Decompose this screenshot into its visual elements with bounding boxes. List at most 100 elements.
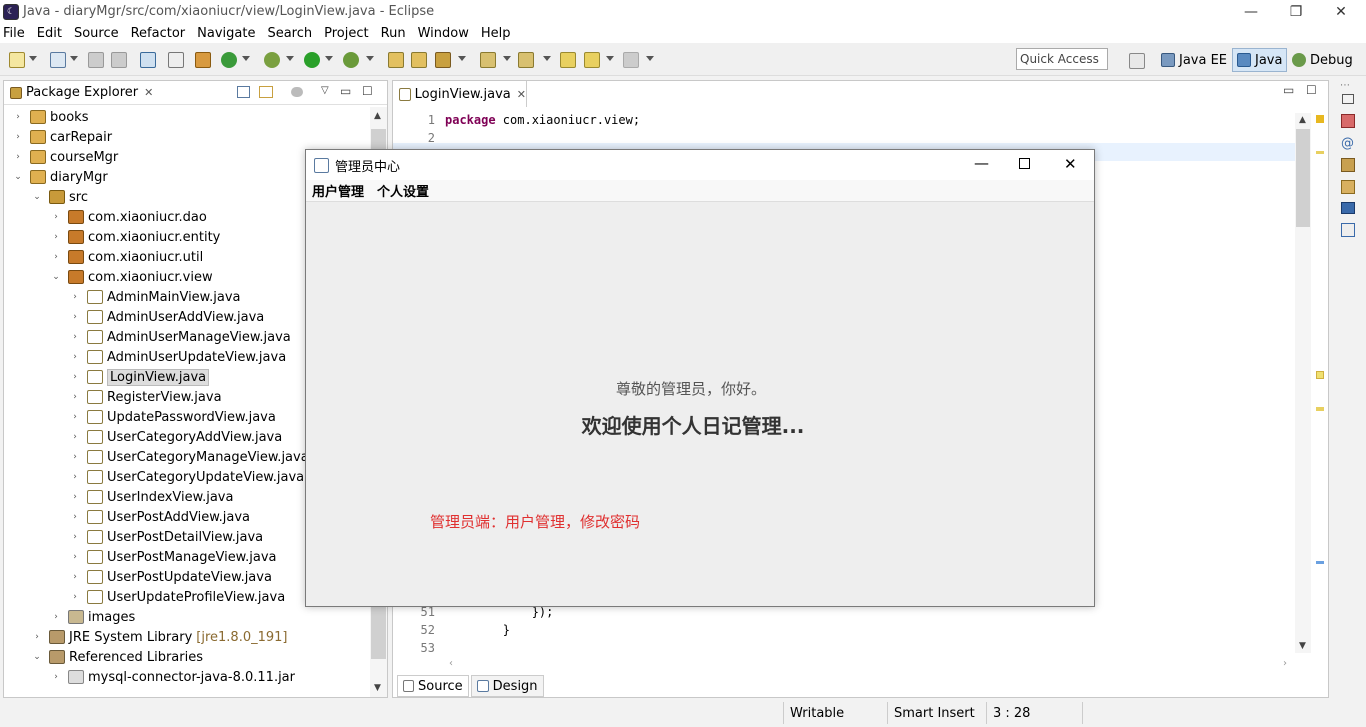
tree-node[interactable]: › RegisterView.java	[69, 387, 221, 407]
collapsed-arrow-icon[interactable]: ›	[50, 232, 62, 242]
scroll-up-icon[interactable]: ▲	[374, 111, 381, 121]
collapsed-arrow-icon[interactable]: ›	[69, 572, 81, 582]
occurrence-marker[interactable]	[1316, 407, 1324, 411]
new-icon[interactable]	[9, 52, 25, 68]
menu-help[interactable]: Help	[481, 26, 511, 41]
properties-view-icon[interactable]	[1341, 223, 1355, 237]
prev-annotation-dropdown-icon[interactable]	[543, 56, 551, 61]
close-tab-icon[interactable]: ✕	[517, 88, 526, 101]
editor-scroll-thumb[interactable]	[1296, 129, 1310, 227]
menu-navigate[interactable]: Navigate	[197, 26, 255, 41]
tree-node[interactable]: › UserPostDetailView.java	[69, 527, 263, 547]
declaration-view-icon[interactable]	[1341, 158, 1355, 172]
prev-annotation-icon[interactable]	[518, 52, 534, 68]
tree-node[interactable]: › books	[12, 107, 88, 127]
tree-node[interactable]: › com.xiaoniucr.entity	[50, 227, 220, 247]
collapsed-arrow-icon[interactable]: ›	[69, 432, 81, 442]
editor-tab[interactable]: LoginView.java ✕	[393, 81, 527, 107]
collapsed-arrow-icon[interactable]: ›	[50, 212, 62, 222]
design-tab[interactable]: Design	[470, 675, 544, 697]
coverage-icon[interactable]	[343, 52, 359, 68]
menu-file[interactable]: File	[3, 26, 25, 41]
expanded-arrow-icon[interactable]: ⌄	[50, 272, 62, 282]
collapsed-arrow-icon[interactable]: ›	[69, 532, 81, 542]
collapsed-arrow-icon[interactable]: ›	[50, 252, 62, 262]
source-tab[interactable]: Source	[397, 675, 469, 697]
open-folder-icon[interactable]	[411, 52, 427, 68]
forward-icon[interactable]	[623, 52, 639, 68]
warning-marker[interactable]	[1316, 115, 1324, 123]
collapsed-arrow-icon[interactable]: ›	[69, 312, 81, 322]
collapsed-arrow-icon[interactable]: ›	[12, 132, 24, 142]
tree-node[interactable]: › UserUpdateProfileView.java	[69, 587, 285, 607]
forward-dropdown-icon[interactable]	[646, 56, 654, 61]
restore-button[interactable]: ❐	[1273, 0, 1319, 23]
editor-scrollbar[interactable]: ▲ ▼	[1295, 113, 1311, 653]
collapsed-arrow-icon[interactable]: ›	[69, 392, 81, 402]
last-edit-icon[interactable]	[560, 52, 576, 68]
menu-search[interactable]: Search	[267, 26, 312, 41]
selection-marker[interactable]	[1316, 561, 1324, 564]
hscroll-left-icon[interactable]: ‹	[449, 658, 453, 669]
view-menu-icon[interactable]: ▽	[321, 85, 329, 96]
open-perspective-icon[interactable]	[1129, 53, 1145, 69]
editor-scroll-down-icon[interactable]: ▼	[1299, 641, 1306, 651]
collapsed-arrow-icon[interactable]: ›	[69, 332, 81, 342]
expanded-arrow-icon[interactable]: ⌄	[31, 192, 43, 202]
menu-refactor[interactable]: Refactor	[131, 26, 186, 41]
collapsed-arrow-icon[interactable]: ›	[69, 412, 81, 422]
search-tool-icon[interactable]	[435, 52, 451, 68]
editor-scroll-up-icon[interactable]: ▲	[1299, 115, 1306, 125]
collapsed-arrow-icon[interactable]: ›	[69, 452, 81, 462]
problems-view-icon[interactable]	[1341, 114, 1355, 128]
collapsed-arrow-icon[interactable]: ›	[69, 512, 81, 522]
dialog-minimize-button[interactable]: —	[974, 154, 989, 172]
menu-run[interactable]: Run	[381, 26, 406, 41]
editor-minimize-icon[interactable]: ▭	[1283, 83, 1294, 97]
console-icon[interactable]	[140, 52, 156, 68]
debug-icon[interactable]	[264, 52, 280, 68]
tree-node[interactable]: ⌄ src	[31, 187, 88, 207]
new-dropdown-icon[interactable]	[29, 56, 37, 61]
maximize-view-icon[interactable]: ☐	[362, 84, 373, 98]
tree-node[interactable]: › UserPostManageView.java	[69, 547, 276, 567]
tree-node[interactable]: ⌄ Referenced Libraries	[31, 647, 203, 667]
collapsed-arrow-icon[interactable]: ›	[69, 372, 81, 382]
next-annotation-icon[interactable]	[480, 52, 496, 68]
search-view-icon[interactable]	[1341, 180, 1355, 194]
minimize-view-icon[interactable]: ▭	[340, 84, 351, 98]
open-type-icon[interactable]	[388, 52, 404, 68]
tree-node[interactable]: › com.xiaoniucr.util	[50, 247, 203, 267]
collapsed-arrow-icon[interactable]: ›	[69, 292, 81, 302]
tree-node[interactable]: › UserPostAddView.java	[69, 507, 250, 527]
perspective-java-ee[interactable]: Java EE	[1157, 48, 1231, 72]
run-icon[interactable]	[304, 52, 320, 68]
coverage-dropdown-icon[interactable]	[366, 56, 374, 61]
tree-node[interactable]: › UserCategoryManageView.java	[69, 447, 309, 467]
tree-node[interactable]: ⌄ diaryMgr	[12, 167, 107, 187]
dialog-maximize-button[interactable]	[1019, 158, 1030, 169]
search-dropdown-icon[interactable]	[458, 56, 466, 61]
save-all-icon[interactable]	[111, 52, 127, 68]
menu-personal-settings[interactable]: 个人设置	[377, 181, 429, 200]
occurrence-marker[interactable]	[1316, 371, 1324, 379]
tree-node[interactable]: › carRepair	[12, 127, 112, 147]
perspective-java[interactable]: Java	[1232, 48, 1288, 72]
console-view-icon[interactable]	[1341, 202, 1355, 214]
tree-node[interactable]: › AdminUserUpdateView.java	[69, 347, 286, 367]
close-button[interactable]: ✕	[1318, 0, 1364, 23]
project-dropdown-icon[interactable]	[70, 56, 78, 61]
minimize-button[interactable]: —	[1228, 0, 1274, 23]
debug-dropdown-icon[interactable]	[286, 56, 294, 61]
new-package-icon[interactable]	[195, 52, 211, 68]
collapsed-arrow-icon[interactable]: ›	[31, 632, 43, 642]
quick-access-input[interactable]: Quick Access	[1016, 48, 1108, 70]
tree-node[interactable]: › mysql-connector-java-8.0.11.jar	[50, 667, 295, 687]
restore-trim-icon[interactable]	[1342, 94, 1354, 104]
link-editor-icon[interactable]	[259, 86, 273, 98]
tree-node[interactable]: › UpdatePasswordView.java	[69, 407, 276, 427]
tree-node[interactable]: › UserCategoryUpdateView.java	[69, 467, 304, 487]
expanded-arrow-icon[interactable]: ⌄	[12, 172, 24, 182]
new-class-icon[interactable]	[221, 52, 237, 68]
expanded-arrow-icon[interactable]: ⌄	[31, 652, 43, 662]
